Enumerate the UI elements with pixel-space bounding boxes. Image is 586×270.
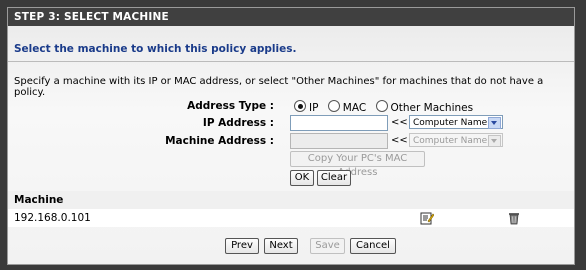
save-button[interactable]: Save [310, 238, 345, 254]
address-type-radio-group: IP MAC Other Machines [294, 100, 479, 114]
radio-option-mac[interactable]: MAC [327, 100, 367, 114]
address-type-row: Address Type : IP MAC Other Machines [8, 98, 574, 116]
trash-icon[interactable] [508, 211, 520, 225]
step-description: Select the machine to which this policy … [14, 43, 297, 55]
machine-copy-arrows: << [391, 135, 408, 146]
machine-table-header: Machine [8, 191, 574, 209]
radio-option-ip[interactable]: IP [294, 100, 319, 114]
next-button[interactable]: Next [264, 238, 298, 254]
machine-address-row: Machine Address : << Computer Name [8, 133, 574, 151]
machine-computer-name-select[interactable]: Computer Name [409, 133, 503, 147]
ip-select-value: Computer Name [413, 118, 488, 128]
copy-mac-button[interactable]: Copy Your PC's MAC Address [290, 151, 425, 178]
ip-computer-name-select[interactable]: Computer Name [409, 115, 503, 129]
radio-option-other[interactable]: Other Machines [375, 100, 474, 114]
radio-ip[interactable] [294, 100, 306, 112]
machine-cell: 192.168.0.101 [14, 212, 91, 224]
ip-copy-arrows: << [391, 117, 408, 128]
machine-address-label: Machine Address : [165, 135, 274, 147]
address-type-label: Address Type : [187, 100, 274, 112]
chevron-down-icon[interactable] [488, 117, 501, 129]
edit-icon[interactable] [420, 211, 434, 225]
radio-mac[interactable] [327, 100, 340, 112]
ok-button[interactable]: OK [290, 170, 314, 186]
radio-other-machines[interactable] [375, 100, 388, 112]
page-frame: STEP 3: SELECT MACHINE Select the machin… [0, 0, 586, 270]
step-panel: STEP 3: SELECT MACHINE Select the machin… [7, 7, 575, 265]
radio-mac-label: MAC [342, 102, 367, 114]
cancel-button[interactable]: Cancel [350, 238, 396, 254]
step-header: STEP 3: SELECT MACHINE [8, 8, 574, 26]
machine-address-input[interactable] [290, 133, 388, 149]
clear-button[interactable]: Clear [317, 170, 351, 186]
instructions-text: Specify a machine with its IP or MAC add… [14, 76, 544, 98]
chevron-down-icon[interactable] [488, 135, 501, 147]
ip-address-label: IP Address : [202, 117, 274, 129]
prev-button[interactable]: Prev [225, 238, 259, 254]
radio-ip-label: IP [309, 102, 319, 114]
ip-address-row: IP Address : << Computer Name [8, 115, 574, 133]
ip-address-input[interactable] [290, 115, 388, 131]
divider [8, 61, 574, 62]
machine-column-header: Machine [14, 194, 64, 206]
table-row: 192.168.0.101 [8, 209, 574, 227]
radio-other-label: Other Machines [390, 102, 474, 114]
machine-select-value: Computer Name [413, 136, 488, 146]
